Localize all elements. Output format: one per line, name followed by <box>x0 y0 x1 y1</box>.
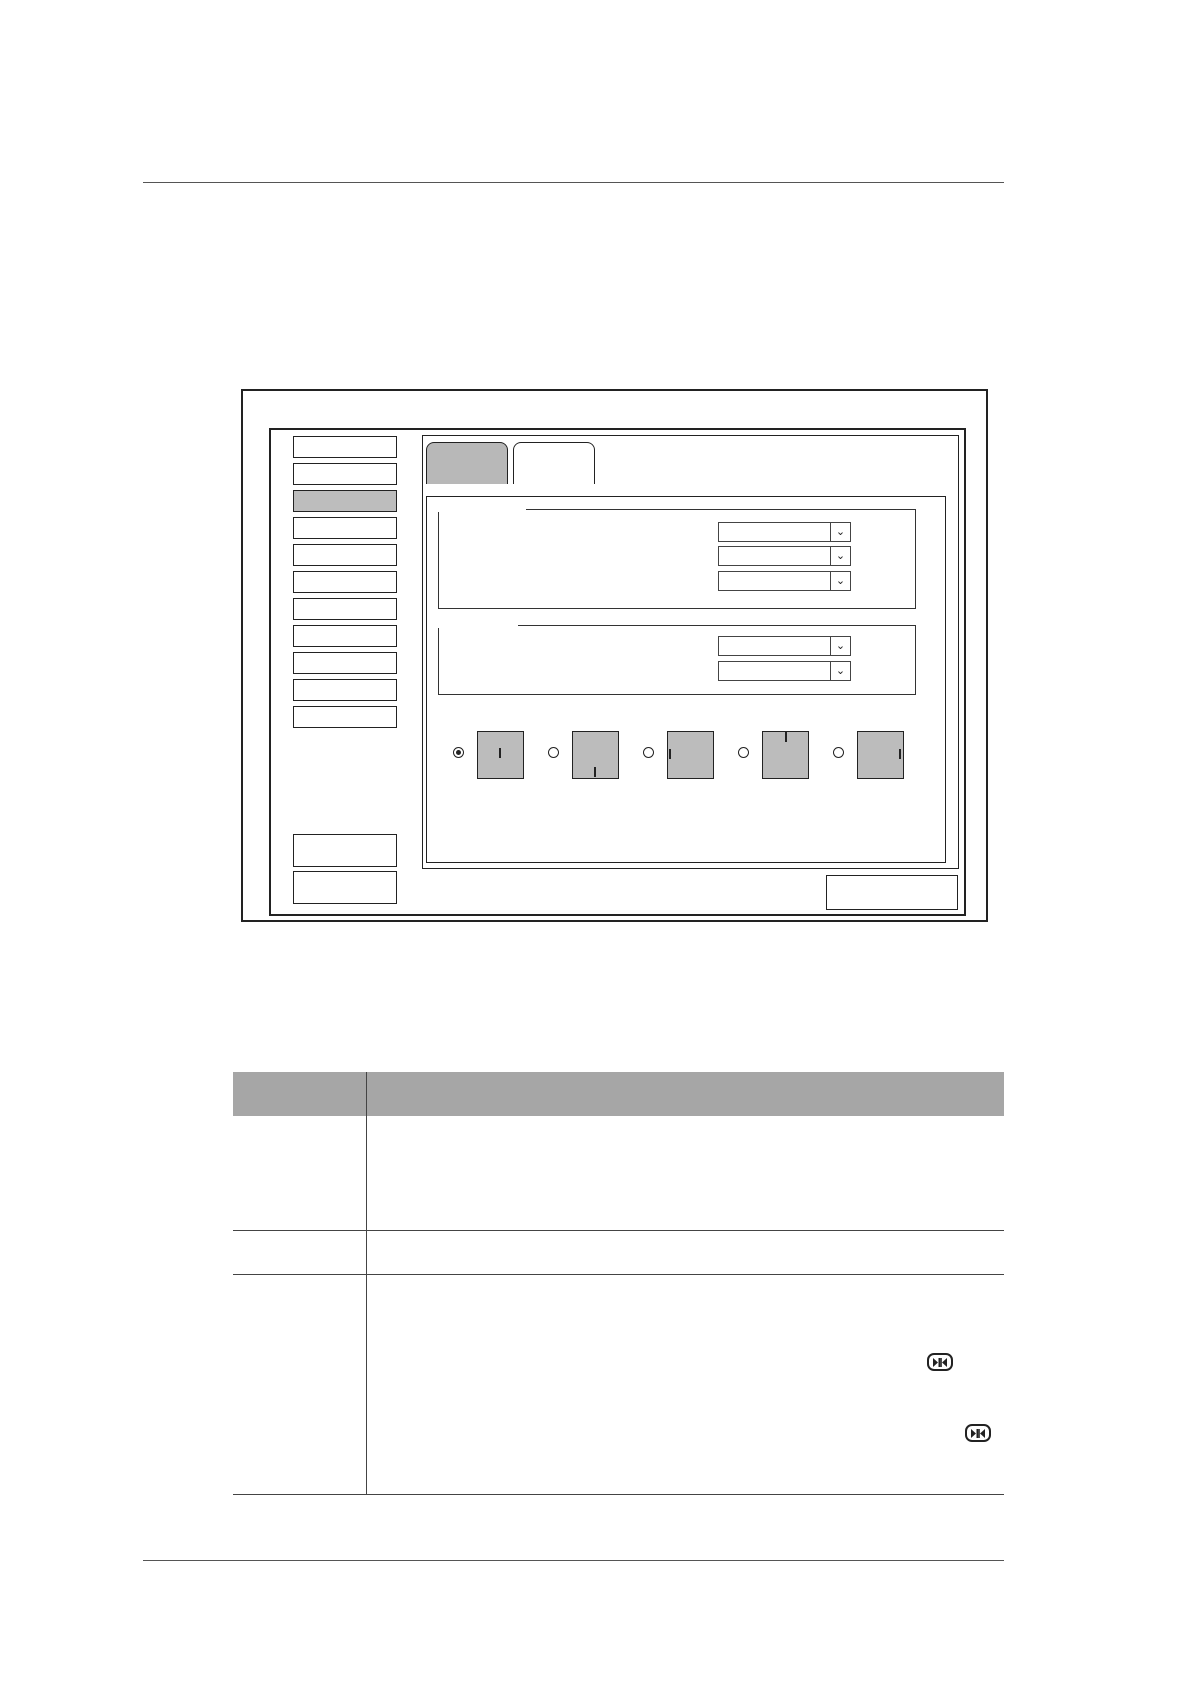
tab-first[interactable] <box>426 442 508 484</box>
chevron-down-icon[interactable]: ⌄ <box>830 547 850 565</box>
marker <box>499 748 501 758</box>
column-divider <box>366 1072 367 1494</box>
footer-rule <box>143 1560 1004 1561</box>
ok-button[interactable] <box>826 875 958 910</box>
group2-select-2[interactable]: ⌄ <box>718 661 851 681</box>
orientation-radio-4[interactable] <box>738 747 749 758</box>
menu-item-11[interactable] <box>293 706 397 728</box>
menu-item-1[interactable] <box>293 436 397 458</box>
chevron-down-icon[interactable]: ⌄ <box>830 523 850 541</box>
orientation-preview-right[interactable] <box>857 731 904 779</box>
marker <box>785 732 787 742</box>
side-button-1[interactable] <box>293 834 397 867</box>
group2-select-1[interactable]: ⌄ <box>718 636 851 656</box>
freeze-button-icon <box>965 1424 991 1442</box>
menu-item-6[interactable] <box>293 571 397 593</box>
orientation-radio-3[interactable] <box>643 747 654 758</box>
group1-select-2[interactable]: ⌄ <box>718 546 851 566</box>
orientation-radio-2[interactable] <box>548 747 559 758</box>
marker <box>594 767 596 777</box>
menu-item-8[interactable] <box>293 625 397 647</box>
side-button-2[interactable] <box>293 871 397 904</box>
orientation-preview-center[interactable] <box>477 731 524 779</box>
table-bottom-border <box>233 1494 1004 1495</box>
menu-item-4[interactable] <box>293 517 397 539</box>
menu-item-2[interactable] <box>293 463 397 485</box>
orientation-radio-5[interactable] <box>833 747 844 758</box>
orientation-preview-left[interactable] <box>667 731 714 779</box>
group1-select-1[interactable]: ⌄ <box>718 522 851 542</box>
chevron-down-icon[interactable]: ⌄ <box>830 637 850 655</box>
menu-item-9[interactable] <box>293 652 397 674</box>
menu-item-10[interactable] <box>293 679 397 701</box>
menu-item-7[interactable] <box>293 598 397 620</box>
row-divider <box>233 1230 1004 1231</box>
chevron-down-icon[interactable]: ⌄ <box>830 572 850 590</box>
orientation-radio-1[interactable] <box>453 747 464 758</box>
tab-second[interactable] <box>513 442 595 484</box>
row-divider <box>233 1274 1004 1275</box>
group1-select-3[interactable]: ⌄ <box>718 571 851 591</box>
menu-item-3[interactable] <box>293 490 397 512</box>
freeze-button-icon <box>927 1353 953 1371</box>
orientation-preview-top[interactable] <box>762 731 809 779</box>
orientation-preview-bottom[interactable] <box>572 731 619 779</box>
marker <box>899 749 901 759</box>
header-rule <box>143 182 1004 183</box>
chevron-down-icon[interactable]: ⌄ <box>830 662 850 680</box>
marker <box>669 749 671 759</box>
menu-item-5[interactable] <box>293 544 397 566</box>
table-header <box>233 1072 1004 1116</box>
